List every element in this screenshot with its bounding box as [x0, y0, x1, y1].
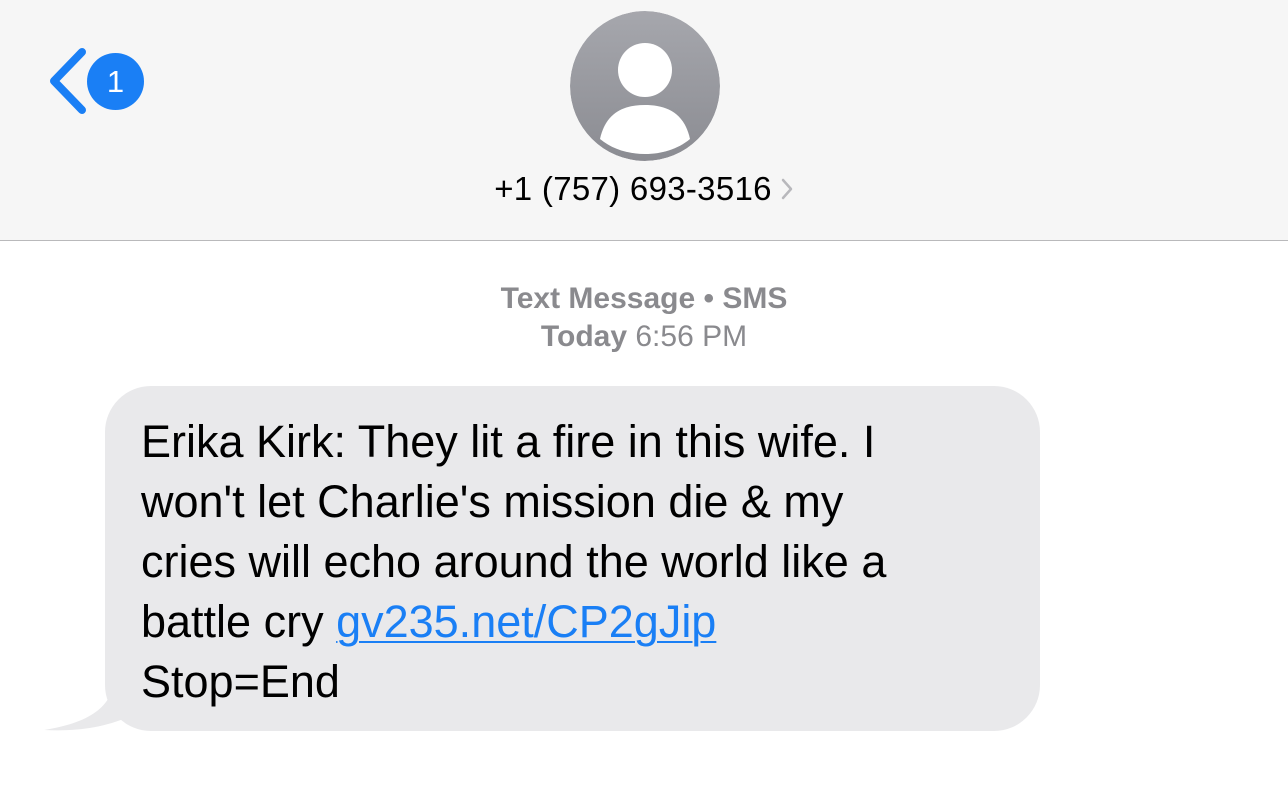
conversation-header: 1 +1 (757) 693-3516	[0, 0, 1288, 241]
message-text: battle cry	[141, 596, 337, 647]
message-bubble: Erika Kirk: They lit a fire in this wife…	[105, 386, 1040, 731]
message-link[interactable]: gv235.net/CP2gJip	[336, 596, 716, 647]
back-button[interactable]: 1	[44, 46, 154, 116]
service-separator: •	[703, 282, 715, 315]
timestamp-time: 6:56 PM	[635, 320, 748, 353]
message-line: Stop=End	[141, 656, 340, 707]
message-line-with-link: battle cry gv235.net/CP2gJip	[141, 592, 1004, 652]
contact-avatar[interactable]	[570, 11, 720, 161]
message-timestamp: Today 6:56 PM	[0, 320, 1288, 354]
service-info: Text Message • SMS	[0, 282, 1288, 316]
contact-title[interactable]: +1 (757) 693-3516	[0, 170, 1288, 220]
person-silhouette-icon	[570, 11, 720, 161]
service-type: SMS	[722, 282, 788, 315]
chevron-left-icon	[50, 48, 86, 114]
message-line: Erika Kirk: They lit a fire in this wife…	[141, 416, 876, 467]
contact-name: +1 (757) 693-3516	[494, 170, 772, 207]
incoming-message[interactable]: Erika Kirk: They lit a fire in this wife…	[44, 386, 1040, 732]
unread-badge: 1	[87, 53, 144, 110]
service-label: Text Message	[500, 282, 696, 315]
timestamp-day: Today	[540, 320, 628, 353]
message-line: won't let Charlie's mission die & my	[141, 476, 844, 527]
message-line: cries will echo around the world like a	[141, 536, 887, 587]
chevron-right-icon	[781, 178, 793, 200]
